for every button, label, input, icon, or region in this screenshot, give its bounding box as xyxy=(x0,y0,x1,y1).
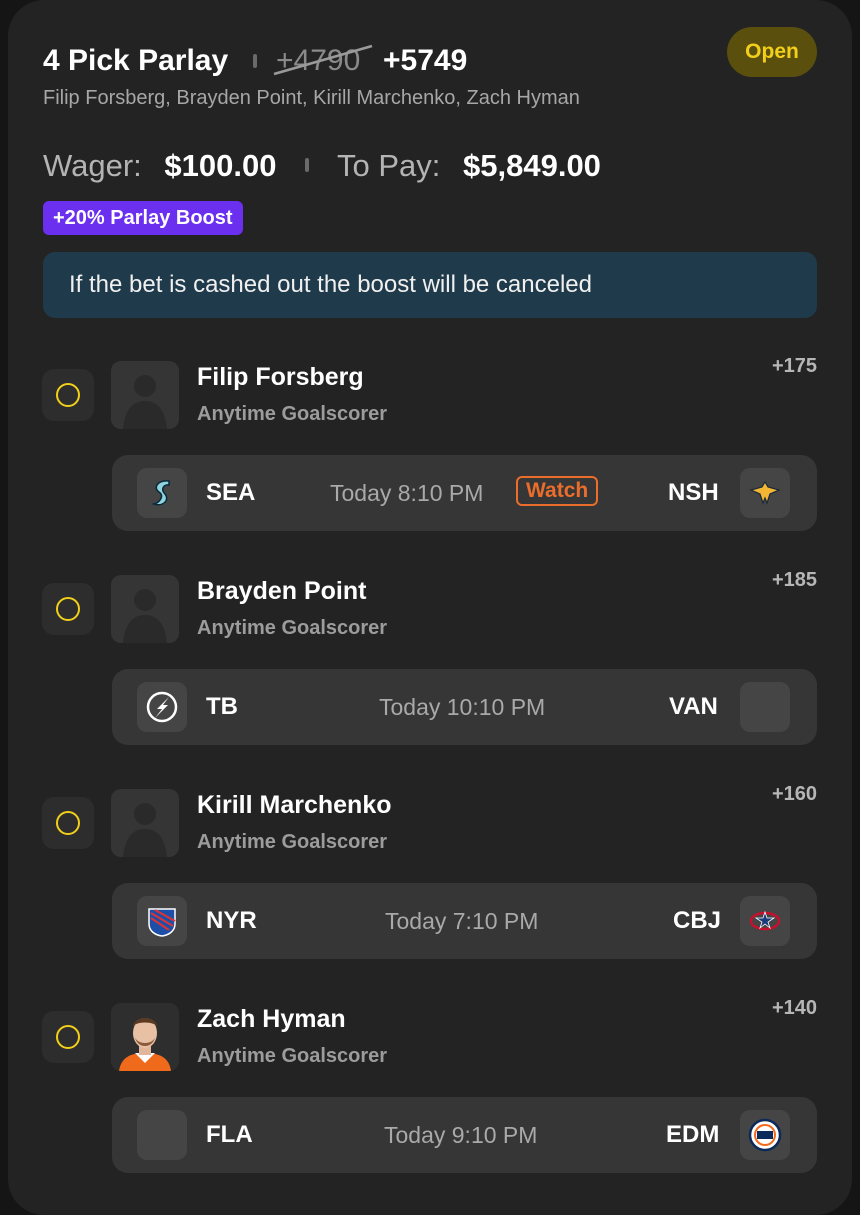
home-team: NSH xyxy=(668,479,719,506)
game-time: Today 9:10 PM xyxy=(384,1122,538,1148)
leg-select-radio[interactable] xyxy=(42,797,94,849)
divider-tick xyxy=(253,54,257,68)
payout-label: To Pay: xyxy=(337,148,441,183)
team-logo-placeholder-icon xyxy=(137,1110,187,1160)
wager-amount: $100.00 xyxy=(164,148,277,183)
radio-circle-icon xyxy=(56,597,80,621)
player-photo-icon xyxy=(111,1003,179,1071)
blue-jackets-logo-icon xyxy=(740,896,790,946)
market-label: Anytime Goalscorer xyxy=(197,617,388,639)
game-time: Today 10:10 PM xyxy=(379,694,546,720)
divider-tick xyxy=(305,158,309,172)
team-logo-placeholder-icon xyxy=(740,682,790,732)
game-row[interactable]: TB Today 10:10 PM VAN xyxy=(112,669,817,745)
home-team: CBJ xyxy=(673,907,722,934)
away-team: TB xyxy=(206,693,238,720)
payout-amount: $5,849.00 xyxy=(463,148,601,183)
predators-logo-icon xyxy=(740,468,790,518)
player-name: Brayden Point xyxy=(197,577,367,605)
parlay-title: 4 Pick Parlay xyxy=(43,44,229,77)
leg-odds: +160 xyxy=(771,783,817,805)
player-name: Filip Forsberg xyxy=(197,363,364,391)
leg-odds: +140 xyxy=(771,997,817,1019)
market-label: Anytime Goalscorer xyxy=(197,403,388,425)
player-silhouette-icon xyxy=(111,789,179,857)
home-team: VAN xyxy=(669,693,718,720)
wager-row: Wager: $100.00 xyxy=(43,146,276,186)
leg-select-radio[interactable] xyxy=(42,583,94,635)
players-summary: Filip Forsberg, Brayden Point, Kirill Ma… xyxy=(43,87,580,109)
away-team: NYR xyxy=(206,907,257,934)
game-time: Today 7:10 PM xyxy=(385,908,539,934)
player-silhouette-icon xyxy=(111,575,179,643)
player-name: Zach Hyman xyxy=(197,1005,346,1033)
leg-select-radio[interactable] xyxy=(42,1011,94,1063)
strikethrough-line xyxy=(273,44,373,76)
boosted-odds: +5749 xyxy=(383,44,468,77)
game-row[interactable]: FLA Today 9:10 PM EDM xyxy=(112,1097,817,1173)
player-name: Kirill Marchenko xyxy=(197,791,392,819)
wager-label: Wager: xyxy=(43,148,142,183)
market-label: Anytime Goalscorer xyxy=(197,1045,388,1067)
game-time: Today 8:10 PM xyxy=(330,480,484,506)
radio-circle-icon xyxy=(56,383,80,407)
away-team: SEA xyxy=(206,479,256,506)
home-team: EDM xyxy=(666,1121,720,1148)
oilers-logo-icon xyxy=(740,1110,790,1160)
kraken-logo-icon xyxy=(137,468,187,518)
leg-odds: +175 xyxy=(771,355,817,377)
market-label: Anytime Goalscorer xyxy=(197,831,388,853)
game-row[interactable]: NYR Today 7:10 PM CBJ xyxy=(112,883,817,959)
watch-button[interactable]: Watch xyxy=(516,476,599,506)
player-silhouette-icon xyxy=(111,361,179,429)
leg-odds: +185 xyxy=(771,569,817,591)
radio-circle-icon xyxy=(56,1025,80,1049)
parlay-boost-badge: +20% Parlay Boost xyxy=(43,201,243,235)
rangers-logo-icon xyxy=(137,896,187,946)
radio-circle-icon xyxy=(56,811,80,835)
game-row[interactable]: SEA Today 8:10 PM Watch NSH xyxy=(112,455,817,531)
payout-row: To Pay: $5,849.00 xyxy=(337,146,601,186)
lightning-logo-icon xyxy=(137,682,187,732)
cashout-notice: If the bet is cashed out the boost will … xyxy=(43,252,817,318)
leg-select-radio[interactable] xyxy=(42,369,94,421)
away-team: FLA xyxy=(206,1121,253,1148)
status-badge: Open xyxy=(727,27,817,77)
